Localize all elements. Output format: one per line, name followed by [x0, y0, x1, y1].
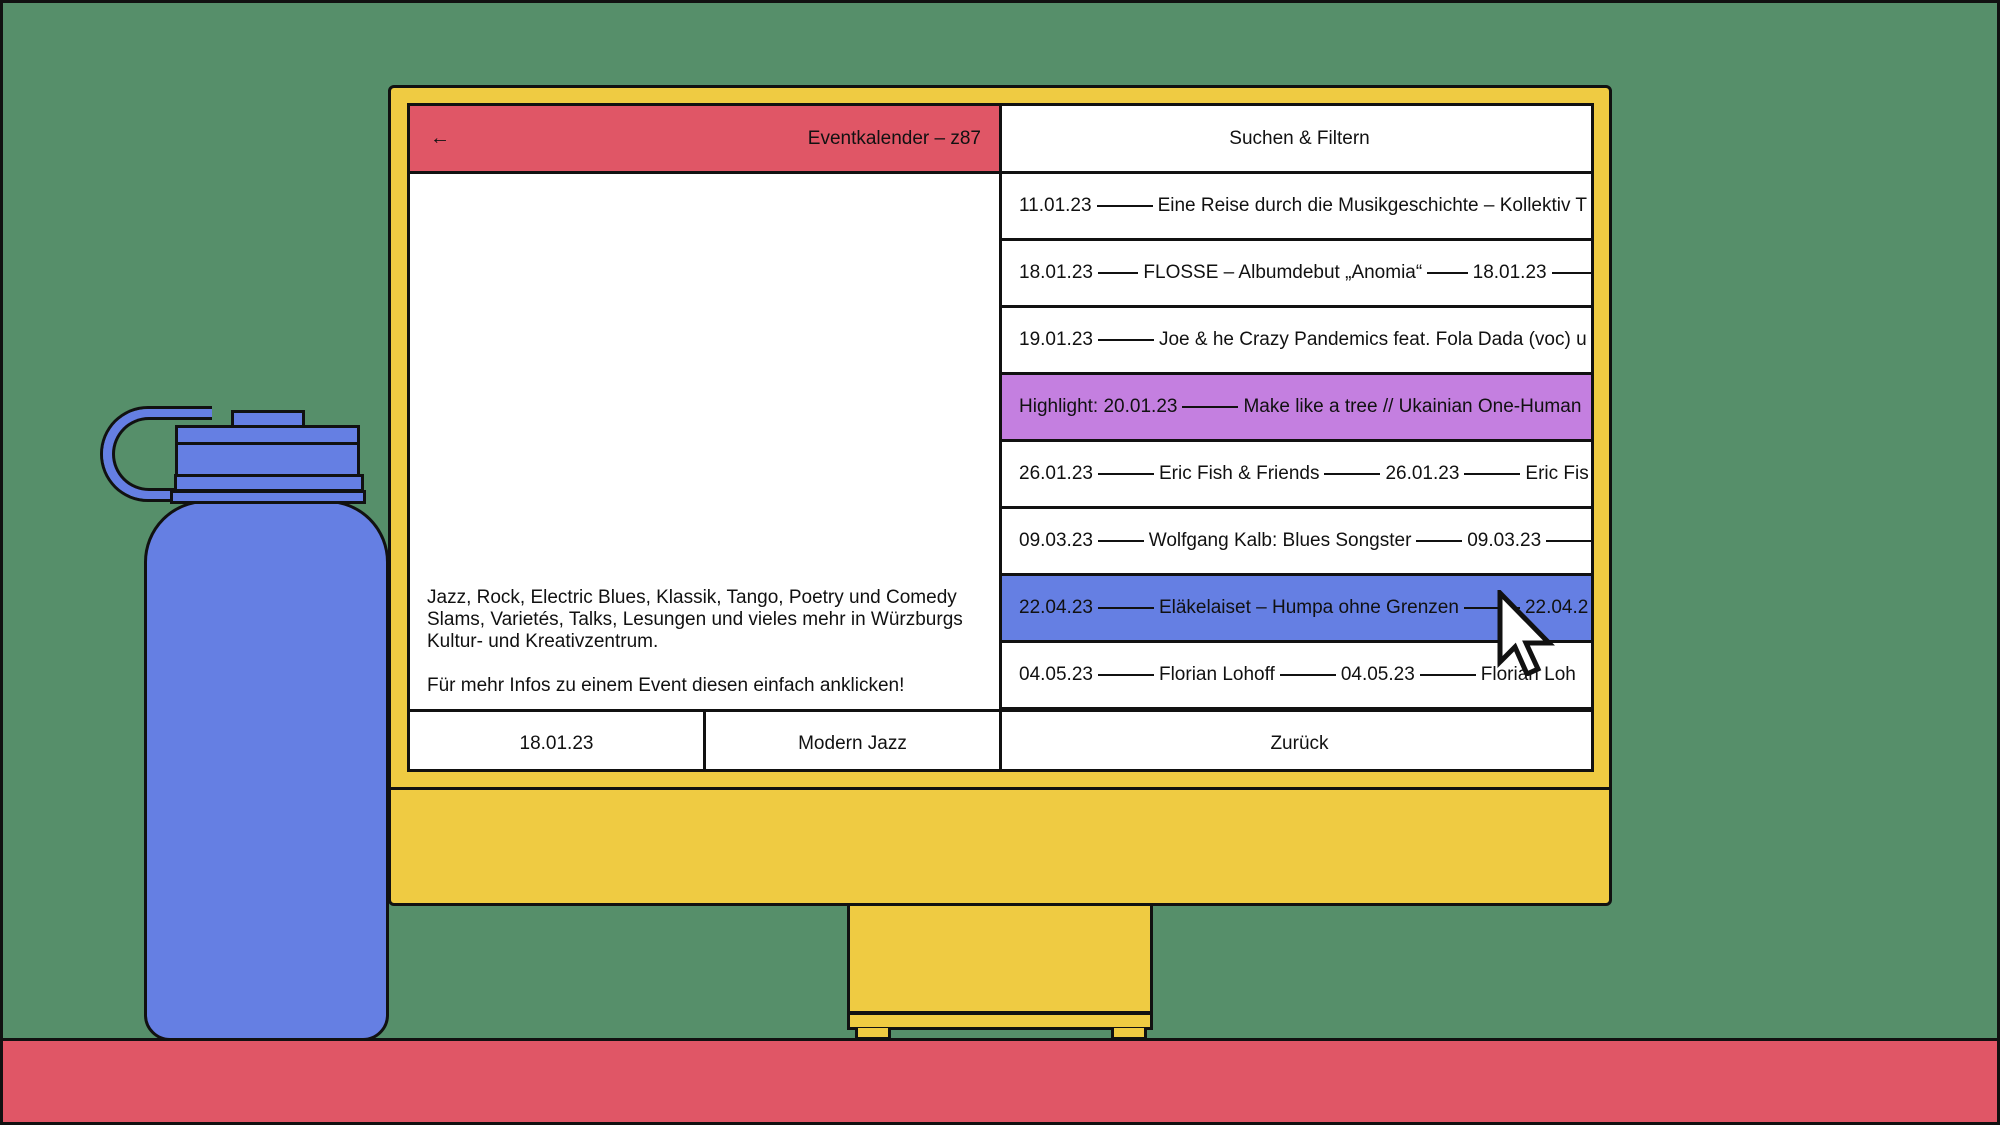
- event-row[interactable]: 11.01.23 Eine Reise durch die Musikgeschi…: [1002, 174, 1591, 241]
- event-text: Eric Fis: [1525, 463, 1589, 484]
- footer-genre-label: Modern Jazz: [798, 732, 907, 754]
- dash-separator: [1097, 607, 1154, 609]
- description-text-block: Jazz, Rock, Electric Blues, Klassik, Tan…: [427, 587, 983, 697]
- monitor-stand-base: [847, 1012, 1153, 1030]
- footer-date-label: 18.01.23: [519, 732, 594, 754]
- event-row[interactable]: 19.01.23 Joe & he Crazy Pandemics feat. F…: [1002, 308, 1591, 375]
- event-row[interactable]: Highlight: 20.01.23 Make like a tree // U…: [1002, 375, 1591, 442]
- dash-separator: [1419, 674, 1476, 676]
- dash-separator: [1416, 540, 1463, 542]
- footer-genre-button[interactable]: Modern Jazz: [706, 712, 1002, 769]
- dash-separator: [1464, 473, 1521, 475]
- back-button[interactable]: Zurück: [1002, 712, 1591, 769]
- event-text: Wolfgang Kalb: Blues Songster: [1148, 530, 1412, 551]
- page-title: Eventkalender – z87: [807, 127, 981, 149]
- event-text: 09.03.23: [1467, 530, 1542, 551]
- dash-separator: [1427, 272, 1468, 274]
- event-text: Highlight: 20.01.23: [1019, 396, 1178, 417]
- event-text: Eine Reise durch die Musikgeschichte – K…: [1157, 195, 1588, 216]
- event-text: Eläkelaiset – Humpa ohne Grenzen: [1158, 597, 1459, 618]
- description-panel: Jazz, Rock, Electric Blues, Klassik, Tan…: [410, 174, 1002, 712]
- monitor-stand: [847, 904, 1153, 1014]
- dash-separator: [1182, 406, 1239, 408]
- event-text: 22.04.23: [1019, 597, 1093, 618]
- event-text: 04.05.23: [1019, 664, 1093, 685]
- event-text: Joe & he Crazy Pandemics feat. Fola Dada…: [1158, 329, 1587, 350]
- dash-separator: [1097, 339, 1154, 341]
- dash-separator: [1097, 272, 1139, 274]
- bottle-neck: [170, 490, 366, 504]
- mouse-pointer-icon: [1497, 590, 1555, 676]
- footer-date-button[interactable]: 18.01.23: [410, 712, 706, 769]
- event-text: Eric Fish & Friends: [1158, 463, 1320, 484]
- description-hint: Für mehr Infos zu einem Event diesen ein…: [427, 675, 905, 696]
- bottle-cap-line: [175, 442, 360, 445]
- description-text: Jazz, Rock, Electric Blues, Klassik, Tan…: [427, 587, 963, 652]
- dash-separator: [1097, 540, 1144, 542]
- event-text: Florian Lohoff: [1158, 664, 1275, 685]
- search-filter-label: Suchen & Filtern: [1229, 127, 1370, 149]
- bottle-top: [231, 410, 305, 428]
- event-text: 19.01.23: [1019, 329, 1093, 350]
- monitor-foot-left: [855, 1028, 891, 1040]
- dash-separator: [1551, 272, 1591, 274]
- monitor-screen: ← Eventkalender – z87 Suchen & Filtern J…: [407, 103, 1594, 772]
- event-text: 04.05.23: [1340, 664, 1415, 685]
- header-bar: ← Eventkalender – z87: [410, 106, 1002, 174]
- search-filter-button[interactable]: Suchen & Filtern: [1002, 106, 1591, 174]
- dash-separator: [1097, 674, 1154, 676]
- event-row[interactable]: 09.03.23 Wolfgang Kalb: Blues Songster 09.…: [1002, 509, 1591, 576]
- event-text: 26.01.23: [1385, 463, 1460, 484]
- monitor-chin-divider: [388, 787, 1612, 790]
- event-text: Make like a tree // Ukainian One-Human: [1243, 396, 1582, 417]
- bottle-body: [144, 500, 389, 1041]
- event-text: FLOSSE – Albumdebut „Anomia“: [1143, 262, 1423, 283]
- event-row[interactable]: 26.01.23 Eric Fish & Friends 26.01.23 Eric …: [1002, 442, 1591, 509]
- dash-separator: [1279, 674, 1336, 676]
- event-row[interactable]: 18.01.23 FLOSSE – Albumdebut „Anomia“ 18.0…: [1002, 241, 1591, 308]
- event-text: 09.03.23: [1019, 530, 1093, 551]
- arrow-left-icon[interactable]: ←: [430, 127, 450, 150]
- bottle-cap: [175, 425, 360, 477]
- dash-separator: [1097, 473, 1154, 475]
- event-text: 18.01.23: [1019, 262, 1093, 283]
- monitor-foot-right: [1111, 1028, 1147, 1040]
- desk-surface: [0, 1038, 2000, 1125]
- dash-separator: [1324, 473, 1381, 475]
- event-text: 18.01.23: [1472, 262, 1547, 283]
- event-text: 11.01.23: [1019, 195, 1092, 216]
- dash-separator: [1096, 205, 1153, 207]
- event-text: 26.01.23: [1019, 463, 1093, 484]
- back-button-label: Zurück: [1270, 732, 1329, 754]
- dash-separator: [1546, 540, 1591, 542]
